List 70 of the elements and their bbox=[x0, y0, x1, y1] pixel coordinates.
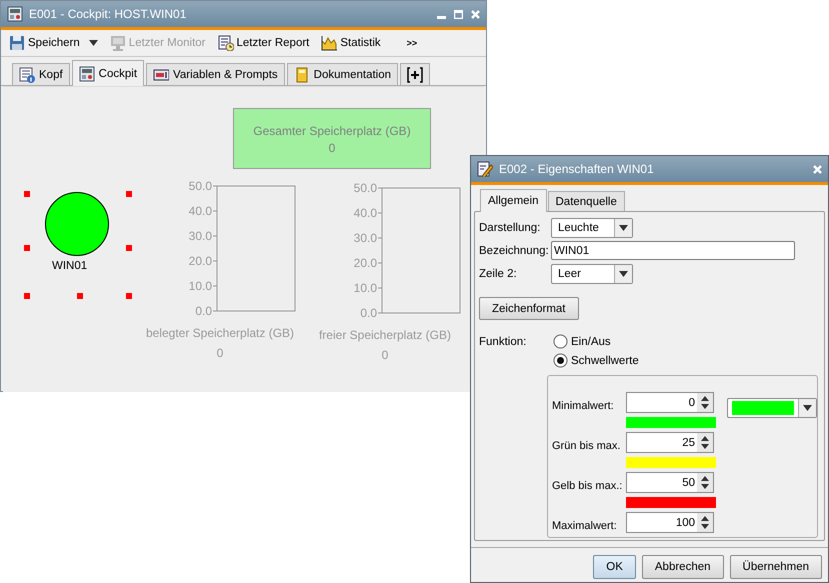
field-label: Darstellung: bbox=[479, 222, 542, 234]
minimize-icon bbox=[437, 16, 446, 18]
pencil-document-icon bbox=[477, 161, 493, 177]
maximize-icon bbox=[454, 10, 463, 18]
cockpit-icon bbox=[78, 66, 95, 82]
tab[interactable]: Datenquelle bbox=[548, 191, 625, 211]
scale-label: 10.0 bbox=[354, 281, 377, 295]
radio-option[interactable]: Ein/Aus bbox=[553, 334, 639, 349]
field-label: Bezeichnung: bbox=[479, 244, 550, 256]
threshold-label: Minimalwert: bbox=[552, 398, 615, 412]
caret-icon bbox=[619, 270, 628, 276]
tab[interactable]: Dokumentation bbox=[286, 63, 398, 85]
cockpit-icon bbox=[7, 6, 23, 22]
window-title: E001 - Cockpit: HOST.WIN01 bbox=[29, 7, 188, 21]
overflow-button[interactable]: >> bbox=[400, 37, 424, 49]
gauge-title: belegter Speicherplatz (GB) bbox=[146, 326, 294, 340]
scale-label: 0.0 bbox=[360, 306, 377, 320]
caret-icon bbox=[88, 40, 98, 46]
toolbar-button[interactable]: Statistik bbox=[319, 33, 383, 53]
lamp-label: WIN01 bbox=[52, 260, 88, 272]
tab[interactable]: Allgemein bbox=[480, 189, 546, 212]
gauge-title: freier Speicherplatz (GB) bbox=[318, 328, 452, 342]
dialog-button[interactable]: Übernehmen bbox=[730, 555, 822, 579]
scale-label: 0.0 bbox=[195, 304, 212, 318]
caret-icon bbox=[803, 405, 812, 411]
gauge-value: 0 bbox=[216, 346, 224, 360]
tab[interactable]: Cockpit bbox=[72, 60, 144, 86]
tab[interactable] bbox=[400, 63, 430, 85]
field-label: Funktion: bbox=[479, 335, 528, 350]
tab[interactable]: Variablen & Prompts bbox=[146, 63, 285, 85]
caret-icon bbox=[619, 224, 628, 230]
scale-label: 30.0 bbox=[354, 231, 377, 245]
dropdown[interactable]: Leer bbox=[551, 264, 633, 284]
chart-icon bbox=[321, 35, 338, 51]
selection-handles[interactable] bbox=[24, 191, 132, 299]
scale-label: 40.0 bbox=[354, 206, 377, 220]
scale-label: 40.0 bbox=[188, 204, 212, 218]
tab[interactable]: Kopf bbox=[12, 63, 70, 85]
dialog-button[interactable]: OK bbox=[593, 555, 636, 579]
color-dropdown[interactable] bbox=[727, 398, 817, 418]
dialog-title: E002 - Eigenschaften WIN01 bbox=[499, 162, 655, 176]
add-tab-icon bbox=[407, 66, 424, 82]
book-icon bbox=[294, 66, 310, 82]
report-clock-icon bbox=[218, 35, 234, 51]
toolbar-button[interactable]: Letzter Report bbox=[216, 33, 312, 53]
monitor-icon bbox=[110, 35, 126, 51]
threshold-label: Gelb bis max.: bbox=[552, 478, 624, 492]
dropdown[interactable]: Leuchte bbox=[551, 218, 633, 238]
scale-label: 50.0 bbox=[354, 181, 377, 195]
radio-option[interactable]: Schwellwerte bbox=[553, 353, 639, 368]
info-document-icon bbox=[19, 66, 35, 82]
text-field[interactable]: WIN01 bbox=[551, 241, 795, 260]
scale-label: 30.0 bbox=[188, 229, 212, 243]
toolbar-button[interactable]: Speichern bbox=[7, 33, 100, 53]
floppy-icon bbox=[9, 35, 25, 51]
scale-label: 20.0 bbox=[188, 254, 212, 268]
variables-icon bbox=[153, 66, 170, 82]
dialog-button[interactable]: Abbrechen bbox=[642, 555, 724, 579]
scale-label: 20.0 bbox=[354, 256, 377, 270]
tile-title: Gesamter Speicherplatz (GB) bbox=[252, 123, 412, 140]
scale-label: 10.0 bbox=[188, 279, 212, 293]
threshold-label: Grün bis max. bbox=[552, 438, 622, 452]
close-icon bbox=[813, 164, 822, 174]
tile-value: 0 bbox=[328, 140, 336, 157]
threshold-label: Maximalwert: bbox=[552, 518, 618, 532]
format-button[interactable]: Zeichenformat bbox=[479, 297, 579, 320]
field-label: Zeile 2: bbox=[479, 268, 518, 280]
scale-label: 50.0 bbox=[188, 179, 212, 193]
gauge-value: 0 bbox=[382, 348, 388, 362]
close-icon bbox=[471, 10, 480, 18]
